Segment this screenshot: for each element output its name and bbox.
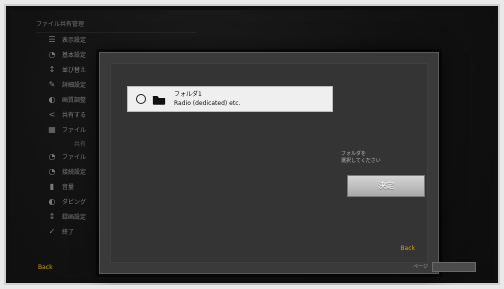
menu-icon: < xyxy=(48,109,56,119)
menu-label: ファイル xyxy=(62,154,87,161)
screen-area: ファイル共有管理 ☰ 表示設定 ◔ 基本設定 ↕ 並び替え ✎ 詳細設定 ◐ 画… xyxy=(10,10,494,279)
menu-icon: ◔ xyxy=(48,151,56,161)
page-label: ページ xyxy=(413,264,428,270)
file-select-dialog: フォルダ1 Radio (dedicated) etc. フォルダを 選択してく… xyxy=(99,52,439,274)
menu-icon: ◔ xyxy=(48,49,56,59)
menu-icon: ☰ xyxy=(48,34,56,44)
menu-icon: ▦ xyxy=(48,124,56,134)
back-label: Back xyxy=(38,264,53,271)
menu-label: 画質調整 xyxy=(62,97,87,104)
file-title: フォルダ1 xyxy=(174,91,202,98)
menu-label: 接続設定 xyxy=(62,169,87,176)
tv-screen-frame: ファイル共有管理 ☰ 表示設定 ◔ 基本設定 ↕ 並び替え ✎ 詳細設定 ◐ 画… xyxy=(4,4,500,285)
menu-icon: ↕ xyxy=(48,64,56,74)
radio-icon xyxy=(136,94,146,104)
menu-icon: ▮ xyxy=(49,181,55,191)
menu-icon: ◔ xyxy=(48,166,56,176)
file-text: フォルダ1 Radio (dedicated) etc. xyxy=(174,91,240,107)
menu-icon: ◐ xyxy=(48,196,56,206)
menu-label: ファイル xyxy=(62,127,87,134)
menu-group-label: 共有 xyxy=(74,140,87,148)
menu-label: 並び替え xyxy=(62,67,87,74)
menu-label: ダビング xyxy=(62,199,87,206)
folder-icon xyxy=(152,95,166,105)
menu-label: 詳細設定 xyxy=(62,82,87,89)
selected-file-item[interactable]: フォルダ1 Radio (dedicated) etc. xyxy=(127,86,333,112)
menu-item-0[interactable]: ☰ 表示設定 xyxy=(48,32,188,47)
menu-label: 録画設定 xyxy=(62,214,87,221)
menu-header: ファイル共有管理 xyxy=(36,18,196,33)
menu-label: 基本設定 xyxy=(62,52,87,59)
menu-label: 終了 xyxy=(62,229,75,236)
menu-label: 表示設定 xyxy=(62,37,87,44)
menu-icon: ✎ xyxy=(48,79,56,89)
menu-label: 音量 xyxy=(62,184,75,191)
menu-label: 共有する xyxy=(62,112,87,119)
page-indicator xyxy=(432,262,476,272)
menu-icon: ↕ xyxy=(48,211,56,221)
dialog-back-label: Back xyxy=(400,245,415,252)
menu-icon: ◐ xyxy=(48,94,56,104)
dialog-content: フォルダ1 Radio (dedicated) etc. フォルダを 選択してく… xyxy=(110,63,428,263)
confirm-button[interactable]: 決定 xyxy=(347,175,425,197)
file-subtitle: Radio (dedicated) etc. xyxy=(174,100,241,107)
menu-icon: ✓ xyxy=(48,226,56,236)
dialog-hint: フォルダを 選択してください xyxy=(341,151,381,164)
